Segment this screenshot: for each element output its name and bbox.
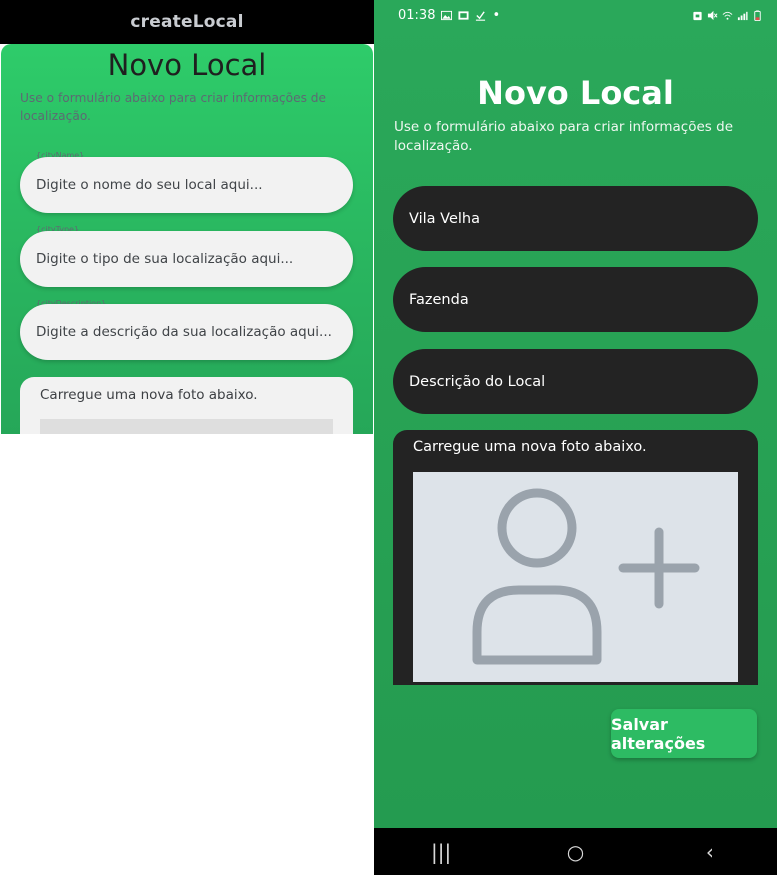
preview-city-description-input[interactable]: Digite a descrição da sua localização aq… xyxy=(20,304,353,360)
status-dot: • xyxy=(492,7,501,23)
city-type-value: Fazenda xyxy=(409,291,469,308)
photo-upload-area[interactable]: Carregue uma nova foto abaixo. xyxy=(393,430,758,685)
download-icon xyxy=(476,10,486,21)
status-time: 01:38 xyxy=(398,7,436,23)
save-button-label: Salvar alterações xyxy=(611,714,706,753)
city-type-input[interactable]: Fazenda xyxy=(393,267,758,332)
signal-icon xyxy=(737,11,748,20)
image-icon xyxy=(441,10,453,20)
save-button[interactable]: Salvar alterações xyxy=(611,709,757,758)
preview-photo-label: Carregue uma nova foto abaixo. xyxy=(40,387,258,403)
home-button[interactable]: ○ xyxy=(545,840,605,864)
preview-image-placeholder xyxy=(40,419,333,434)
gallery-icon xyxy=(458,10,470,20)
system-nav-bar: ||| ○ ‹ xyxy=(374,828,777,875)
battery-icon xyxy=(754,9,761,21)
preview-heading: Novo Local xyxy=(107,48,267,82)
recents-button[interactable]: ||| xyxy=(411,840,471,864)
preview-subtitle: Use o formulário abaixo para criar infor… xyxy=(20,91,327,123)
city-description-value: Descrição do Local xyxy=(409,373,546,390)
status-bar: 01:38 • xyxy=(374,0,777,30)
preview-city-type-placeholder: Digite o tipo de sua localização aqui... xyxy=(36,251,294,267)
wifi-icon xyxy=(722,11,733,20)
photo-picker[interactable] xyxy=(413,472,738,682)
mute-icon xyxy=(707,10,718,20)
preview-app-title: createLocal xyxy=(130,12,244,32)
preview-panel: createLocal Novo Local Use o formulário … xyxy=(0,0,374,434)
city-name-input[interactable]: Vila Velha xyxy=(393,186,758,251)
city-description-input[interactable]: Descrição do Local xyxy=(393,349,758,414)
preview-app-bar: createLocal xyxy=(0,0,374,44)
preview-city-name-input[interactable]: Digite o nome do seu local aqui... xyxy=(20,157,353,213)
page-title: Novo Local xyxy=(477,74,674,112)
preview-city-type-input[interactable]: Digite o tipo de sua localização aqui... xyxy=(20,231,353,287)
photo-upload-label: Carregue uma nova foto abaixo. xyxy=(413,439,647,455)
phone-screen: 01:38 • Novo Local Use o formulário abai… xyxy=(374,0,777,875)
city-name-value: Vila Velha xyxy=(409,210,480,227)
page-subtitle: Use o formulário abaixo para criar infor… xyxy=(394,119,733,154)
alarm-icon xyxy=(693,11,702,20)
add-user-icon xyxy=(472,488,700,665)
preview-city-description-placeholder: Digite a descrição da sua localização aq… xyxy=(36,324,332,340)
preview-photo-upload[interactable]: Carregue uma nova foto abaixo. xyxy=(20,377,353,434)
preview-city-name-placeholder: Digite o nome do seu local aqui... xyxy=(36,177,263,193)
back-button[interactable]: ‹ xyxy=(680,840,740,864)
